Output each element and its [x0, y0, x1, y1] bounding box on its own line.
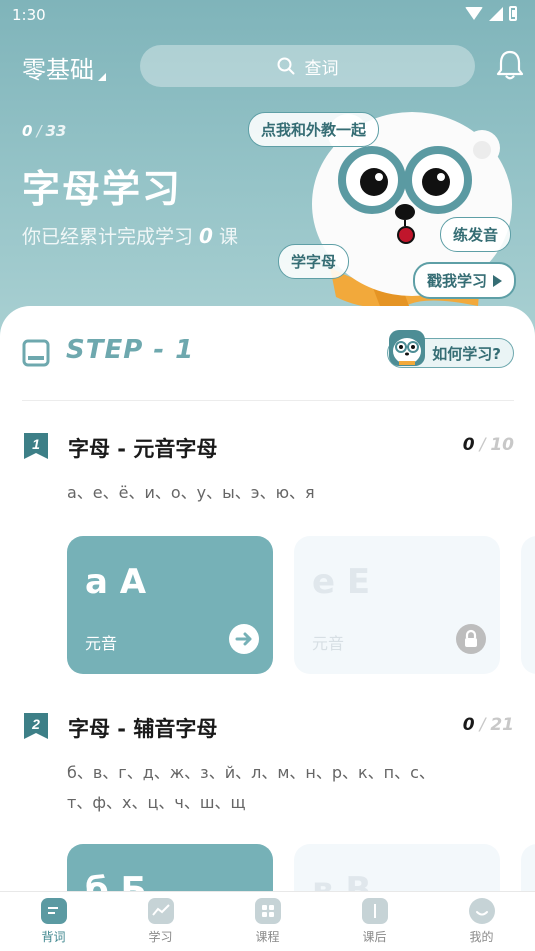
lesson-slash: / — [479, 435, 486, 455]
lesson-header[interactable]: 2 字母 - 辅音字母 0/21 — [22, 710, 514, 742]
nav-label: 课程 — [255, 930, 280, 944]
study-chart-icon — [147, 898, 174, 924]
lesson-number: 2 — [31, 716, 40, 732]
status-bar: 1:30 — [0, 0, 535, 32]
nav-item-study[interactable]: 学习 — [107, 892, 214, 951]
card-letter: б Б — [85, 870, 147, 892]
lesson-done: 0 — [462, 715, 475, 735]
lesson-title: 字母 - 元音字母 — [68, 437, 218, 461]
lesson-number-icon: 2 — [24, 713, 48, 739]
summary-suffix: 课 — [218, 226, 238, 248]
lesson-total: 10 — [490, 435, 514, 455]
how-to-learn-button[interactable]: 如何学习? — [387, 330, 514, 368]
letter-card-locked[interactable]: e E 元音 — [294, 536, 500, 674]
lesson-progress: 0/21 — [463, 715, 514, 735]
lesson-letters: т、ф、х、ц、ч、ш、щ — [67, 793, 246, 812]
caret-down-icon — [98, 73, 106, 81]
letter-card-peek[interactable] — [521, 536, 535, 674]
nav-item-courses[interactable]: 课程 — [214, 892, 321, 951]
lesson-title: 字母 - 辅音字母 — [68, 717, 218, 741]
progress-done: 0 — [22, 122, 33, 140]
how-to-learn-label: 如何学习? — [432, 344, 501, 363]
summary-count: 0 — [199, 224, 213, 248]
search-placeholder: 查词 — [304, 58, 339, 79]
wifi-icon — [465, 7, 483, 20]
level-label: 零基础 — [22, 56, 94, 84]
status-time: 1:30 — [12, 6, 46, 24]
lesson-header[interactable]: 1 字母 - 元音字母 0/10 — [22, 430, 514, 462]
progress-total: 33 — [45, 122, 67, 140]
progress-slash: / — [36, 122, 42, 140]
hero-header: 1:30 零基础 查词 0/33 字母学习 你已经累计完成学习 0 课 点我和外… — [0, 0, 535, 340]
nav-item-words[interactable]: 背词 — [0, 892, 107, 951]
lesson-number-icon: 1 — [24, 433, 48, 459]
card-letter: a A — [85, 562, 147, 602]
letter-card[interactable]: б Б — [67, 844, 273, 892]
nav-label: 背词 — [41, 930, 66, 944]
nav-label: 我的 — [469, 930, 494, 944]
card-letter: в В — [312, 870, 372, 892]
play-icon — [493, 274, 503, 287]
after-class-book-icon — [361, 898, 388, 924]
signal-icon — [489, 6, 503, 21]
start-learning-button[interactable]: 戳我学习 — [413, 262, 517, 299]
status-icons — [465, 6, 517, 21]
lesson-done: 0 — [462, 435, 475, 455]
level-dropdown[interactable]: 零基础 — [22, 50, 106, 85]
card-letter: e E — [312, 562, 371, 602]
letter-card-locked[interactable]: в В — [294, 844, 500, 892]
battery-icon — [509, 6, 517, 21]
lesson-progress: 0/10 — [463, 435, 514, 455]
lesson-list-panel: STEP - 1 如何学习? 1 字母 - 元音字母 0/10 а、е、ё、и、… — [0, 306, 535, 892]
bubble-practice-with-teacher[interactable]: 点我和外教一起 — [248, 112, 380, 147]
search-icon — [277, 57, 295, 75]
lesson-total: 21 — [490, 715, 514, 735]
bottom-navigation: 背词 学习 课程 课后 我的 — [0, 891, 535, 951]
nav-item-profile[interactable]: 我的 — [428, 892, 535, 951]
lock-icon — [456, 624, 486, 654]
bell-icon[interactable] — [494, 48, 526, 82]
progress-summary: 你已经累计完成学习 0 课 — [22, 222, 238, 249]
letter-card-peek[interactable] — [521, 844, 535, 892]
page-title: 字母学习 — [22, 167, 183, 211]
course-progress-count: 0/33 — [22, 122, 66, 140]
lesson-number: 1 — [32, 436, 40, 452]
word-card-icon — [40, 898, 67, 924]
start-learning-label: 戳我学习 — [427, 272, 488, 290]
book-icon — [22, 339, 50, 367]
card-type: 元音 — [85, 634, 118, 653]
course-grid-icon — [254, 898, 281, 924]
lesson-letters: б、в、г、д、ж、з、й、л、м、н、р、к、п、с、 — [67, 763, 435, 782]
step-label: STEP - 1 — [66, 335, 195, 365]
divider — [22, 400, 514, 401]
card-type: 元音 — [312, 634, 345, 653]
bear-avatar-icon — [386, 327, 428, 369]
search-input[interactable]: 查词 — [140, 45, 475, 87]
nav-label: 课后 — [362, 930, 387, 944]
lesson-slash: / — [479, 715, 486, 735]
summary-prefix: 你已经累计完成学习 — [22, 226, 194, 248]
letter-card[interactable]: a A 元音 — [67, 536, 273, 674]
bubble-learn-letters[interactable]: 学字母 — [278, 244, 350, 279]
profile-face-icon — [468, 898, 495, 924]
lesson-letters: а、е、ё、и、о、у、ы、э、ю、я — [67, 483, 315, 502]
nav-label: 学习 — [148, 930, 173, 944]
nav-item-after-class[interactable]: 课后 — [321, 892, 428, 951]
arrow-right-icon — [229, 624, 259, 654]
bubble-pronunciation[interactable]: 练发音 — [440, 217, 512, 252]
step-header: STEP - 1 如何学习? — [22, 330, 514, 374]
